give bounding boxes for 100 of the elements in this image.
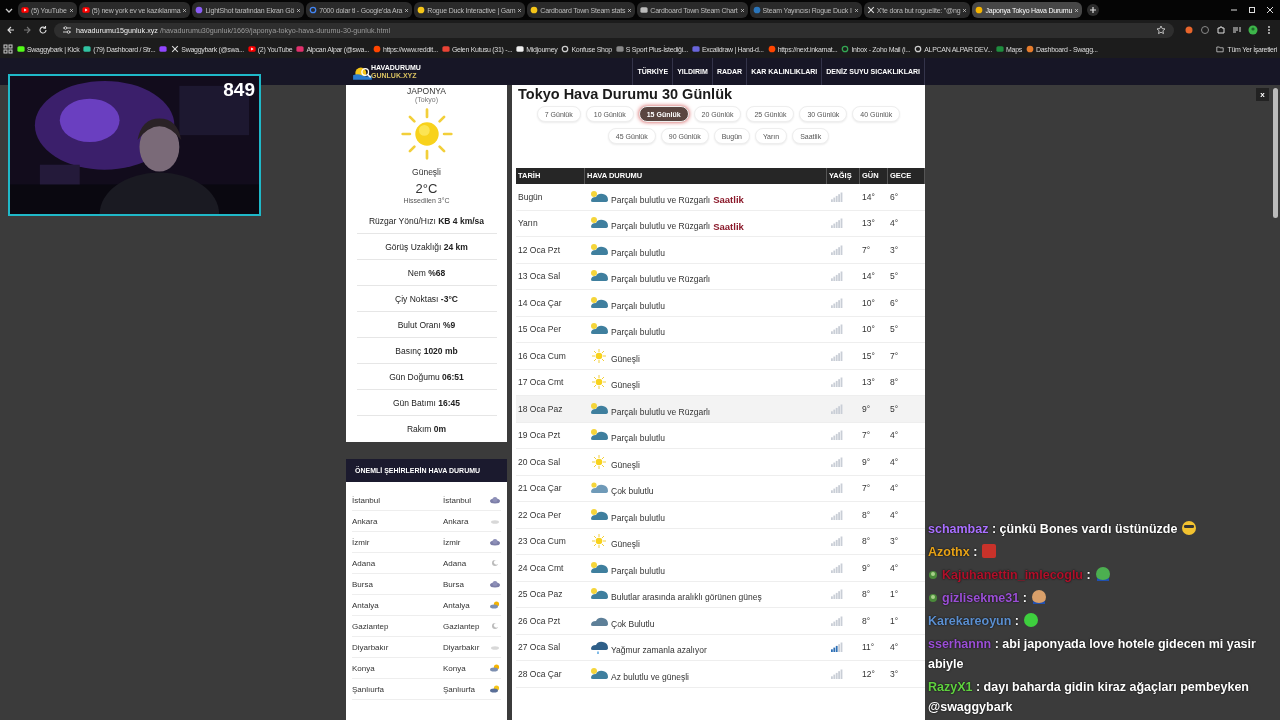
temperature-cell-text: 12°	[861, 668, 876, 679]
close-icon[interactable]	[853, 7, 859, 13]
city-link[interactable]: Antalya	[352, 600, 443, 610]
city-link[interactable]: Diyarbakır	[443, 642, 489, 652]
temperature-cell-text: 13°	[861, 218, 876, 229]
forward-icon[interactable]	[22, 25, 32, 35]
temperature-cell-text: 3°	[889, 244, 900, 255]
hourly-link[interactable]: Saatlik	[713, 220, 744, 232]
city-link[interactable]: Bursa	[352, 579, 443, 589]
favicon-icon	[752, 6, 761, 14]
city-link[interactable]: Gaziantep	[443, 621, 489, 631]
city-link[interactable]: Konya	[352, 663, 443, 673]
temperature-cell-text: 7°	[861, 244, 872, 255]
close-icon[interactable]	[68, 7, 74, 13]
close-icon[interactable]	[962, 7, 968, 13]
date-cell-text: Yarın	[517, 218, 539, 229]
emote-icon	[981, 543, 998, 559]
city-link[interactable]: Adana	[352, 558, 443, 568]
favicon-icon[interactable]	[516, 45, 525, 53]
temperature-cell-text: 4°	[889, 509, 900, 520]
city-link[interactable]: Ankara	[443, 516, 489, 526]
temperature-cell-text: 4°	[889, 642, 900, 653]
favicon-icon[interactable]	[841, 45, 850, 53]
favicon-icon[interactable]	[561, 45, 570, 53]
emote-icon	[1181, 520, 1198, 536]
city-link[interactable]: Antalya	[443, 600, 489, 610]
weather-detail: Görüş Uzaklığı 24 km	[356, 234, 497, 260]
weather-description: Parçalı bulutlu	[611, 565, 665, 576]
back-icon[interactable]	[6, 25, 16, 35]
date-cell-text: 12 Oca Pzt	[517, 244, 562, 255]
date-cell-text: 22 Oca Per	[517, 509, 562, 520]
weather-description: Bulutlar arasında aralıklı görünen güneş	[611, 592, 762, 603]
favicon-icon	[866, 6, 875, 14]
date-cell-text: 20 Oca Sal	[517, 456, 562, 467]
favicon-icon[interactable]	[83, 45, 92, 53]
avatar-icon[interactable]	[1248, 25, 1258, 35]
weather-description: Güneşli	[611, 539, 640, 550]
city-link[interactable]: Diyarbakır	[352, 642, 443, 652]
city-link[interactable]: İzmir	[352, 537, 443, 547]
close-button[interactable]: x	[1256, 88, 1269, 101]
cloud-icon	[489, 496, 501, 504]
favicon-icon[interactable]	[914, 45, 923, 53]
scrollbar[interactable]	[1273, 88, 1278, 218]
sun-cloud-icon	[489, 601, 501, 609]
close-icon[interactable]	[627, 7, 633, 13]
city-link[interactable]: Ankara	[352, 516, 443, 526]
moon-icon	[489, 559, 501, 567]
temperature-cell-text: 4°	[889, 562, 900, 573]
date-cell-text: 27 Oca Sal	[517, 642, 562, 653]
temperature-cell-text: 9°	[861, 456, 872, 467]
weather-detail: Çiy Noktası -3°C	[356, 286, 497, 312]
badge-icon	[928, 570, 938, 580]
favicon-icon[interactable]	[1026, 45, 1034, 53]
restore-icon[interactable]	[1247, 5, 1257, 15]
new-tab-icon[interactable]	[1087, 4, 1100, 16]
temperature-cell-text: 4°	[889, 456, 900, 467]
close-icon[interactable]	[1265, 5, 1275, 15]
star-icon[interactable]	[1156, 25, 1166, 35]
weather-description: Parçalı bulutlu	[611, 327, 665, 338]
close-icon[interactable]	[296, 7, 302, 13]
media-icon[interactable]	[1232, 25, 1242, 35]
folder-icon[interactable]	[1215, 45, 1224, 53]
date-cell-text: 25 Oca Paz	[517, 589, 564, 600]
weather-detail: Rüzgar Yönü/Hızı KB 4 km/sa	[356, 208, 497, 234]
close-icon[interactable]	[739, 7, 745, 13]
site-settings-icon[interactable]	[62, 25, 72, 35]
city-link[interactable]: Bursa	[443, 579, 489, 589]
chat-message: RazyX1 : dayı baharda gidin kiraz ağaçları pembeyken @swaggybark	[928, 680, 1249, 714]
city-link[interactable]: Şanlıurfa	[352, 684, 443, 694]
hourly-link[interactable]: Saatlik	[713, 194, 744, 206]
highlighted-row[interactable]: 18 Oca Paz Parçalı bulutlu ve Rüzgarlı 9° 5°	[516, 396, 925, 423]
city-link[interactable]: Şanlıurfa	[443, 684, 489, 694]
temperature-cell-text: 6°	[889, 297, 900, 308]
favicon-icon[interactable]	[17, 45, 25, 53]
city-link[interactable]: Konya	[443, 663, 489, 673]
reload-icon[interactable]	[38, 25, 48, 35]
moon-cloud-icon	[489, 685, 501, 693]
city-link[interactable]: İzmir	[443, 537, 489, 547]
temperature-cell-text: 1°	[889, 589, 900, 600]
close-icon[interactable]	[517, 7, 523, 13]
close-icon[interactable]	[404, 7, 410, 13]
temperature-cell-text: 14°	[861, 271, 876, 282]
page-title: Tokyo Hava Durumu 30 Günlük	[518, 86, 734, 102]
temperature-cell-text: 5°	[889, 324, 900, 335]
temperature-cell-text: 6°	[889, 191, 900, 202]
close-icon[interactable]	[182, 7, 188, 13]
city-link[interactable]: Gaziantep	[352, 621, 443, 631]
apps-icon[interactable]	[3, 44, 13, 54]
city-link[interactable]: İstanbul	[352, 495, 443, 505]
chat-message: gizlisekme31 :	[942, 591, 1027, 605]
city-link[interactable]: Adana	[443, 558, 489, 568]
weather-detail: Rakım 0m	[405, 423, 448, 436]
sun-icon	[399, 107, 454, 161]
date-cell-text: 19 Oca Pzt	[517, 430, 562, 441]
chat-message: Karekareoyun :	[928, 614, 1020, 628]
favicon-icon[interactable]	[247, 45, 256, 53]
favicon-icon	[530, 6, 539, 14]
date-cell-text: 26 Oca Pzt	[517, 615, 562, 626]
city-link[interactable]: İstanbul	[443, 495, 489, 505]
temperature-cell-text: 1°	[889, 615, 900, 626]
